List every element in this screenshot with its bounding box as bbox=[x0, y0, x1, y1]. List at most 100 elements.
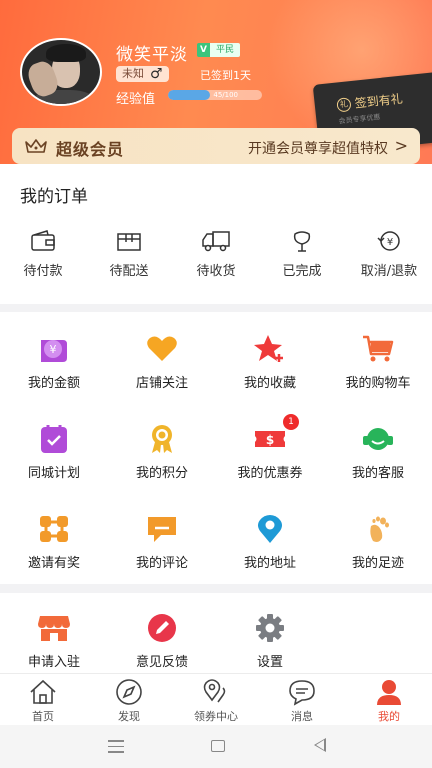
feature-label: 我的地址 bbox=[243, 556, 296, 571]
package-icon bbox=[117, 233, 141, 251]
flower-check-icon bbox=[293, 231, 311, 252]
order-pending-payment[interactable]: 待付款 bbox=[3, 230, 83, 279]
signed-in-days: 已签到1天 bbox=[200, 69, 251, 82]
order-completed[interactable]: 已完成 bbox=[262, 230, 342, 279]
headset-icon bbox=[363, 428, 393, 450]
order-to-receive[interactable]: 待收货 bbox=[176, 230, 256, 279]
orders-section: 我的订单 待付款 待配送 待收货 已完成 ¥ 取消/退款 bbox=[0, 164, 432, 304]
order-label: 待配送 bbox=[109, 264, 149, 279]
tab-label: 首页 bbox=[32, 710, 54, 723]
exp-progress-bar: 45/100 bbox=[168, 90, 262, 100]
feature-label: 我的收藏 bbox=[243, 376, 296, 391]
tab-label: 发现 bbox=[118, 710, 140, 723]
tab-mine[interactable]: 我的 bbox=[346, 678, 432, 724]
tab-label: 消息 bbox=[291, 710, 313, 723]
recent-apps-button[interactable] bbox=[108, 740, 124, 757]
apply-settle-item[interactable]: 申请入驻 bbox=[0, 613, 108, 670]
location-pin-icon bbox=[258, 515, 282, 543]
tab-home[interactable]: 首页 bbox=[0, 678, 86, 724]
cart-icon bbox=[363, 335, 394, 362]
coupon-count-badge: 1 bbox=[283, 414, 299, 430]
features-grid: ¥ 我的金额 店铺关注 我的收藏 我的购物车 同城计划 我的积分 $ 1 我的优… bbox=[0, 312, 432, 584]
feature-label: 店铺关注 bbox=[135, 376, 188, 391]
my-address-item[interactable]: 我的地址 bbox=[216, 514, 324, 571]
feature-label: 同城计划 bbox=[27, 466, 80, 481]
feature-label: 我的客服 bbox=[351, 466, 404, 481]
my-cart-item[interactable]: 我的购物车 bbox=[324, 334, 432, 391]
super-member-banner[interactable]: 超级会员 开通会员尊享超值特权 > bbox=[12, 128, 420, 164]
order-label: 待付款 bbox=[23, 264, 63, 279]
vip-level-badge: V 平民 bbox=[197, 43, 240, 57]
feature-label: 邀请有奖 bbox=[27, 556, 80, 571]
sign-card-title: 签到有礼 bbox=[354, 91, 404, 111]
orders-title: 我的订单 bbox=[20, 187, 88, 207]
svg-text:¥: ¥ bbox=[387, 237, 393, 248]
tab-discover[interactable]: 发现 bbox=[86, 678, 172, 724]
wallet-icon bbox=[31, 230, 55, 251]
customer-service-item[interactable]: 我的客服 bbox=[324, 424, 432, 481]
home-button[interactable] bbox=[211, 740, 225, 752]
vip-level: 平民 bbox=[209, 43, 240, 57]
local-plan-item[interactable]: 同城计划 bbox=[0, 424, 108, 481]
order-label: 取消/退款 bbox=[360, 264, 418, 279]
feature-label: 我的优惠券 bbox=[237, 466, 303, 481]
crown-icon bbox=[25, 139, 47, 153]
heart-icon bbox=[147, 336, 177, 361]
gender-badge: 未知 ♂ bbox=[116, 66, 169, 82]
feedback-item[interactable]: 意见反馈 bbox=[108, 613, 216, 670]
star-plus-icon bbox=[254, 335, 283, 362]
pencil-icon bbox=[148, 614, 176, 642]
feature-label: 我的积分 bbox=[135, 466, 188, 481]
my-coupons-item[interactable]: $ 1 我的优惠券 bbox=[216, 414, 324, 481]
avatar[interactable] bbox=[20, 38, 102, 106]
vip-badge: V bbox=[197, 43, 210, 57]
settings-item[interactable]: 设置 bbox=[216, 613, 324, 670]
medal-icon bbox=[152, 425, 172, 453]
gear-icon bbox=[256, 614, 284, 642]
svg-text:$: $ bbox=[266, 433, 274, 447]
my-balance-item[interactable]: ¥ 我的金额 bbox=[0, 334, 108, 391]
invite-reward-item[interactable]: 邀请有奖 bbox=[0, 514, 108, 571]
tab-messages[interactable]: 消息 bbox=[259, 678, 345, 724]
order-label: 待收货 bbox=[196, 264, 236, 279]
gift-icon: 礼 bbox=[336, 96, 352, 113]
tab-coupon-center[interactable]: 领券中心 bbox=[173, 678, 259, 724]
feature-label: 设置 bbox=[256, 655, 283, 670]
bottom-tab-bar: 首页 发现 领券中心 消息 我的 bbox=[0, 673, 432, 725]
system-navigation-bar bbox=[0, 725, 432, 768]
back-button[interactable] bbox=[314, 738, 326, 752]
followed-stores-item[interactable]: 店铺关注 bbox=[108, 334, 216, 391]
feature-label: 我的购物车 bbox=[345, 376, 411, 391]
user-icon bbox=[377, 680, 401, 705]
order-to-deliver[interactable]: 待配送 bbox=[89, 230, 169, 279]
calendar-check-icon bbox=[41, 425, 67, 453]
order-label: 已完成 bbox=[282, 264, 322, 279]
my-points-item[interactable]: 我的积分 bbox=[108, 424, 216, 481]
share-nodes-icon bbox=[40, 516, 68, 542]
chevron-right-icon: > bbox=[394, 136, 408, 155]
compass-icon bbox=[116, 679, 142, 705]
order-cancel-refund[interactable]: ¥ 取消/退款 bbox=[349, 230, 429, 279]
sign-card-subtitle: 会员专享优惠 bbox=[338, 113, 381, 126]
gender-text: 未知 bbox=[122, 67, 144, 80]
footprint-icon bbox=[370, 516, 389, 542]
comment-icon bbox=[148, 517, 176, 542]
feature-label: 我的足迹 bbox=[351, 556, 404, 571]
exp-progress-text: 45/100 bbox=[213, 91, 238, 99]
feature-label: 我的金额 bbox=[27, 376, 80, 391]
message-icon bbox=[289, 680, 315, 706]
truck-icon bbox=[202, 231, 230, 252]
my-comments-item[interactable]: 我的评论 bbox=[108, 514, 216, 571]
feature-label: 申请入驻 bbox=[27, 655, 80, 670]
exp-label: 经验值 bbox=[116, 92, 156, 107]
svg-text:¥: ¥ bbox=[50, 343, 57, 356]
my-footprint-item[interactable]: 我的足迹 bbox=[324, 514, 432, 571]
map-pin-icon bbox=[203, 679, 226, 703]
my-favorites-item[interactable]: 我的收藏 bbox=[216, 334, 324, 391]
super-member-desc: 开通会员尊享超值特权 bbox=[248, 141, 388, 157]
wallet-yen-icon: ¥ bbox=[41, 340, 67, 362]
male-icon: ♂ bbox=[150, 66, 163, 82]
super-member-title: 超级会员 bbox=[56, 140, 125, 159]
coupon-icon: $ bbox=[255, 431, 285, 447]
shop-icon bbox=[38, 616, 70, 641]
